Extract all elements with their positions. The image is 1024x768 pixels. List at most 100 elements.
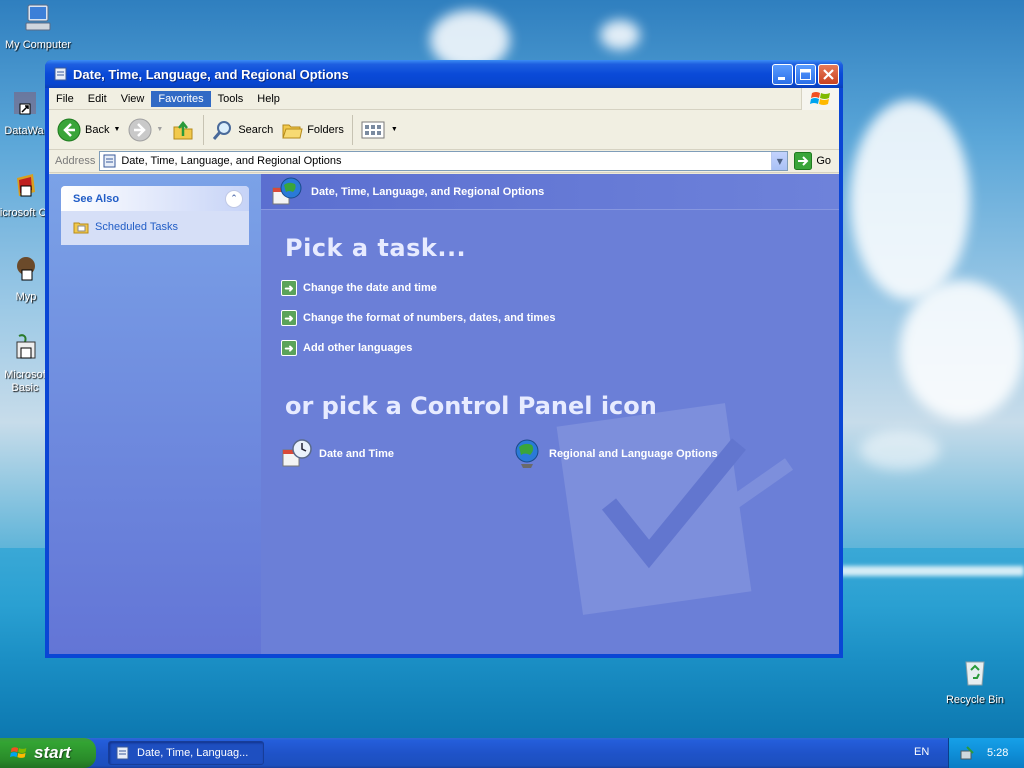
control-panel-icon <box>116 746 129 760</box>
task-add-languages[interactable]: ➜ Add other languages <box>281 340 412 356</box>
shortcut-icon <box>14 92 36 115</box>
folders-label: Folders <box>307 123 344 136</box>
task-change-format[interactable]: ➜ Change the format of numbers, dates, a… <box>281 310 555 326</box>
category-title: Date, Time, Language, and Regional Optio… <box>311 185 545 198</box>
menu-bar: File Edit View Favorites Tools Help <box>49 88 839 110</box>
see-also-panel: See Also ⌃ Scheduled Tasks <box>61 186 249 245</box>
date-time-icon <box>282 439 312 467</box>
search-icon <box>213 120 232 140</box>
minimize-icon <box>778 76 785 80</box>
collapse-chevron-icon[interactable]: ⌃ <box>225 189 243 208</box>
windows-flag-icon <box>809 92 830 105</box>
link-scheduled-tasks[interactable]: Scheduled Tasks <box>73 219 237 235</box>
back-dropdown-icon[interactable]: ▼ <box>113 126 120 133</box>
menu-edit[interactable]: Edit <box>81 91 114 107</box>
address-value: Date, Time, Language, and Regional Optio… <box>121 155 342 167</box>
back-label: Back <box>85 123 110 136</box>
address-bar: Address Date, Time, Language, and Region… <box>49 150 839 173</box>
task-label: Change the date and time <box>303 282 437 294</box>
main-pane: Date, Time, Language, and Regional Optio… <box>261 174 839 654</box>
cp-icon-label: Date and Time <box>319 448 394 460</box>
globe-calendar-icon <box>272 177 302 204</box>
title-bar[interactable]: Date, Time, Language, and Regional Optio… <box>45 60 843 88</box>
desktop-icon-my-computer[interactable]: My Computer <box>0 2 76 52</box>
close-button[interactable] <box>818 63 839 85</box>
task-label: Add other languages <box>303 342 413 354</box>
desktop-icon-label: Recycle Bin <box>945 694 1005 706</box>
search-button[interactable]: Search <box>208 115 277 145</box>
clock[interactable]: 5:28 <box>987 747 1008 759</box>
forward-arrow-icon <box>128 118 152 141</box>
explorer-window: Date, Time, Language, and Regional Optio… <box>45 60 843 658</box>
task-label: Change the format of numbers, dates, and… <box>303 312 556 324</box>
go-arrow-icon <box>794 152 813 170</box>
category-header: Date, Time, Language, and Regional Optio… <box>261 174 839 210</box>
control-panel-icon <box>54 67 67 81</box>
desktop-cloud <box>600 20 640 50</box>
folders-icon <box>282 124 303 138</box>
taskbar-item-label: Date, Time, Languag... <box>137 747 249 759</box>
task-change-date-time[interactable]: ➜ Change the date and time <box>281 280 437 296</box>
cp-icon-regional-language[interactable]: Regional and Language Options <box>511 438 718 470</box>
windows-logo <box>801 88 839 110</box>
maximize-button[interactable] <box>795 63 816 85</box>
folders-button[interactable]: Folders <box>277 115 348 145</box>
back-button[interactable]: Back ▼ <box>53 115 124 145</box>
desktop-cloud <box>860 430 940 470</box>
visual-basic-icon <box>16 334 36 359</box>
minimize-button[interactable] <box>772 63 793 85</box>
control-panel-icon <box>103 154 116 168</box>
desktop-icon-label: My Computer <box>4 39 72 51</box>
toolbar-separator <box>351 114 353 145</box>
menu-file[interactable]: File <box>49 91 81 107</box>
language-indicator[interactable]: EN <box>914 746 929 758</box>
scheduled-tasks-label: Scheduled Tasks <box>95 221 178 233</box>
shortcut-icon <box>17 257 35 281</box>
forward-dropdown-icon[interactable]: ▼ <box>156 126 163 133</box>
windows-flag-icon <box>10 747 27 758</box>
visual-cpp-icon <box>17 174 35 197</box>
menu-view[interactable]: View <box>114 91 152 107</box>
pick-icon-heading: or pick a Control Panel icon <box>285 392 657 420</box>
watermark-checkmark-icon <box>556 403 794 615</box>
window-title: Date, Time, Language, and Regional Optio… <box>73 66 349 82</box>
taskbar-item-window[interactable]: Date, Time, Languag... <box>108 741 264 765</box>
see-also-title: See Also <box>73 192 120 205</box>
task-arrow-icon: ➜ <box>281 310 297 326</box>
close-icon <box>823 68 834 80</box>
cp-icon-label: Regional and Language Options <box>549 448 718 460</box>
search-label: Search <box>238 123 274 136</box>
views-icon <box>361 121 385 138</box>
desktop-foam <box>840 566 1024 576</box>
menu-help[interactable]: Help <box>250 91 287 107</box>
up-folder-icon <box>173 120 193 139</box>
scheduled-tasks-icon <box>73 222 89 234</box>
go-button[interactable]: Go <box>788 152 837 170</box>
task-arrow-icon: ➜ <box>281 280 297 296</box>
start-label: start <box>34 743 71 762</box>
see-also-body: Scheduled Tasks <box>61 211 249 245</box>
views-button[interactable]: ▼ <box>357 115 402 145</box>
address-label: Address <box>55 155 96 167</box>
menu-tools[interactable]: Tools <box>211 91 251 107</box>
desktop-icon-recycle-bin[interactable]: Recycle Bin <box>940 656 1010 706</box>
safely-remove-hardware-icon[interactable] <box>959 745 975 761</box>
menu-favorites[interactable]: Favorites <box>151 90 211 107</box>
address-dropdown-button[interactable]: ▼ <box>771 152 788 170</box>
task-pane: See Also ⌃ Scheduled Tasks <box>49 174 261 654</box>
address-input[interactable]: Date, Time, Language, and Regional Optio… <box>99 151 789 171</box>
toolbar-separator <box>203 114 205 145</box>
desktop-cloud <box>850 100 970 300</box>
up-folder-button[interactable] <box>167 115 199 145</box>
system-tray: 5:28 <box>948 738 1024 768</box>
start-button[interactable]: start <box>0 738 96 768</box>
recycle-bin-icon <box>965 661 985 686</box>
my-computer-icon <box>25 4 51 31</box>
taskbar: start Date, Time, Languag... EN 5:28 <box>0 738 1024 768</box>
forward-button[interactable]: ▼ <box>124 115 167 145</box>
maximize-icon <box>800 68 811 80</box>
see-also-header[interactable]: See Also ⌃ <box>61 186 249 211</box>
window-client: File Edit View Favorites Tools Help Back… <box>49 88 839 654</box>
content-area: See Also ⌃ Scheduled Tasks Date, Time, L… <box>49 174 839 654</box>
cp-icon-date-and-time[interactable]: Date and Time <box>281 438 394 470</box>
